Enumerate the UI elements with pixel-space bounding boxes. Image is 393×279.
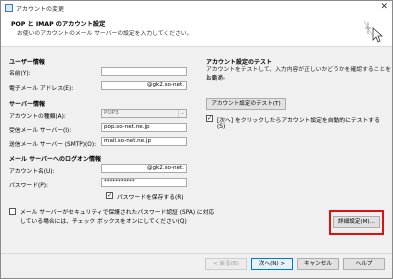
cancel-button[interactable]: キャンセル [297,258,339,270]
spa-label-line2: している場合には、チェック ボックスをオンにしてください(Q) [20,219,187,225]
footer-separator [1,253,392,254]
dialog-header: POP と IMAP のアカウント設定 お使いのアカウントのメール サーバーの設… [1,15,392,47]
remember-password-label: パスワードを保存する(R) [117,195,184,201]
password-input[interactable]: *********** [101,178,187,187]
account-type-value: POP3 [104,110,119,116]
auto-test-label-line2: (S) [217,124,226,130]
server-info-heading: サーバー情報 [9,101,45,108]
title-bar: アカウントの変更 ✕ [1,1,392,15]
account-name-input[interactable]: @gk2.so-net. [101,164,187,173]
incoming-server-label: 受信メール サーバー(I): [9,128,72,134]
test-account-button[interactable]: アカウント設定のテスト(T) [206,98,286,110]
account-settings-dialog: アカウントの変更 ✕ POP と IMAP のアカウント設定 お使いのアカウント… [0,0,393,279]
incoming-server-input[interactable]: pop.so-net.ne.jp [101,123,187,132]
test-description-line1: アカウントをテストして、入力内容が正しいかどうかを確認することをお勧め [206,67,392,82]
auto-test-checkbox[interactable]: ✓ [206,115,213,122]
next-button[interactable]: 次へ(N) > [251,258,293,270]
remember-password-checkbox[interactable]: ✓ [106,192,113,199]
help-button[interactable]: ヘルプ [343,258,385,270]
logon-info-heading: メール サーバーへのログオン情報 [9,156,102,163]
app-icon [5,4,13,12]
spa-checkbox[interactable] [9,208,16,215]
email-input[interactable]: @gk2.so-net. [101,81,187,90]
back-button[interactable]: < 戻る(B) [205,258,247,270]
name-input[interactable] [101,67,187,76]
outgoing-server-input[interactable]: mail.so-net.ne.jp [101,137,187,146]
account-type-select: POP3 ⌄ [101,109,187,118]
password-label: パスワード(P): [9,183,48,189]
auto-test-label-line1: [次へ] をクリックしたらアカウント設定を自動的にテストする [217,118,380,124]
wizard-cursor-icon [363,20,384,43]
test-description-line2: します。 [206,75,229,81]
account-name-label: アカウント名(U): [9,169,55,175]
header-subtitle: お使いのアカウントのメール サーバーの設定を入力してください。 [17,31,193,37]
test-heading: アカウント設定のテスト [206,59,273,66]
highlight-box [329,210,384,235]
window-title: アカウントの変更 [16,6,65,13]
user-info-heading: ユーザー情報 [9,59,45,66]
chevron-down-icon: ⌄ [178,110,186,117]
name-label: 名前(Y): [9,71,31,77]
account-type-label: アカウントの種類(A): [9,114,66,120]
spa-label-line1: メール サーバーがセキュリティで保護されたパスワード認証 (SPA) に対応 [20,210,215,216]
close-icon[interactable]: ✕ [380,2,388,13]
email-label: 電子メール アドレス(E): [9,86,74,92]
header-title: POP と IMAP のアカウント設定 [11,21,106,28]
outgoing-server-label: 送信メール サーバー (SMTP)(O): [9,142,97,148]
